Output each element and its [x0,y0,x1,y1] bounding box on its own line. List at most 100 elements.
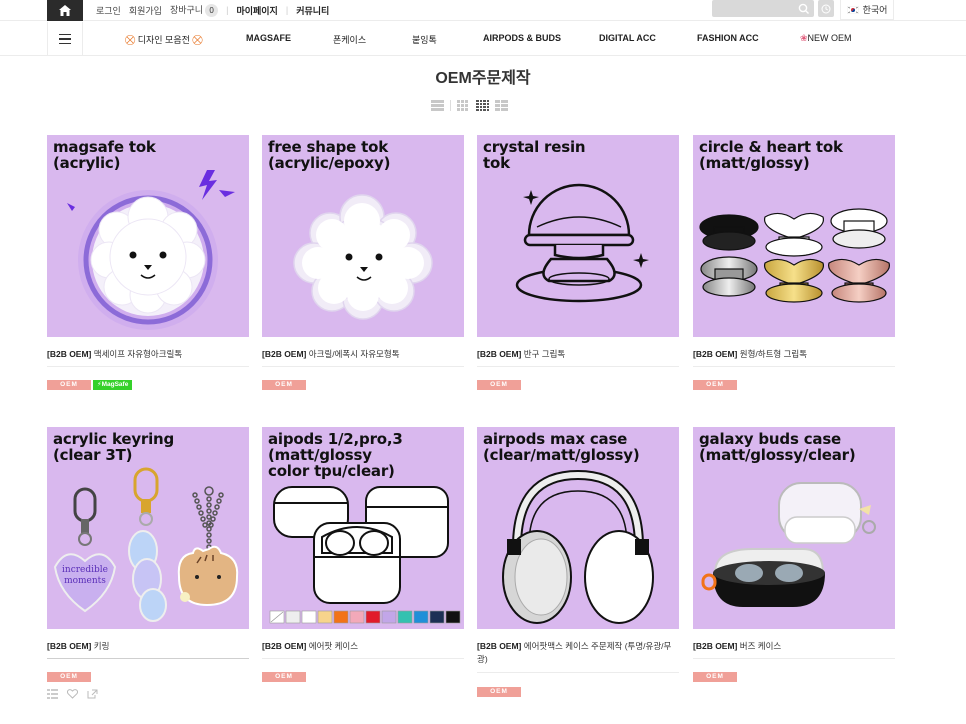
oem-badge: OEM [693,672,737,682]
gift-icon: ⛒ [125,35,136,46]
product-thumbnail[interactable]: free shape tok (acrylic/epoxy) [262,135,464,337]
product-prefix: [B2B OEM] [693,641,738,651]
hamburger-icon-line [59,33,71,36]
community-link[interactable]: 커뮤니티 [296,4,329,17]
nav-label: 디자인 모음전 [137,35,190,45]
thumbnail-title: magsafe tok (acrylic) [53,138,156,172]
thumbnail-title: circle & heart tok (matt/glossy) [699,138,843,172]
share-icon[interactable] [87,689,98,699]
product-thumbnail[interactable]: acrylic keyring (clear 3T) incredible mo… [47,427,249,629]
product-prefix: [B2B OEM] [47,641,92,651]
card-actions [47,689,98,699]
nav-item-magsafe[interactable]: MAGSAFE [246,33,291,43]
product-prefix: [B2B OEM] [47,349,92,359]
divider [450,99,451,111]
product-thumbnail[interactable]: crystal resin tok [477,135,679,337]
divider: | [226,5,229,15]
nav-item-airpods-buds[interactable]: AIRPODS & BUDS [483,33,561,43]
signup-link[interactable]: 회원가입 [129,4,162,17]
product-title: 에어팟 케이스 [308,641,359,651]
language-selector[interactable]: 한국어 [840,0,894,20]
mypage-link[interactable]: 마이페이지 [236,4,277,17]
oem-badge: OEM [47,380,91,390]
product-title: 반구 그립톡 [523,349,566,359]
heart-icon[interactable] [67,689,78,699]
product-title: 원형/하트형 그립톡 [739,349,808,359]
hamburger-icon-line [59,38,71,40]
oem-badge: OEM [477,380,521,390]
view-detail-icon[interactable] [495,99,508,111]
divider: | [285,5,289,15]
language-label: 한국어 [862,5,888,15]
product-name[interactable]: [B2B OEM] 에어팟맥스 케이스 주문제작 (투명/유광/무광) [477,640,679,666]
divider [477,366,679,367]
home-icon [59,5,71,16]
product-prefix: [B2B OEM] [693,349,738,359]
product-name[interactable]: [B2B OEM] 반구 그립톡 [477,348,679,361]
thumbnail-title: aipods 1/2,pro,3 (matt/glossy color tpu/… [268,430,403,480]
nav-item-digital-acc[interactable]: DIGITAL ACC [599,33,656,43]
nav-item-new-oem[interactable]: ❀NEW OEM [800,33,852,44]
nav-item-grip-tok[interactable]: 붙잉톡 [412,33,437,46]
search-icon[interactable] [797,2,811,16]
hamburger-icon-line [59,42,71,45]
view-grid3-icon[interactable] [457,99,470,111]
top-utility-bar: 로그인 회원가입 장바구니 0 | 마이페이지 | 커뮤니티 한국어 [0,0,966,21]
product-thumbnail[interactable]: airpods max case (clear/matt/glossy) [477,427,679,629]
hamburger-menu-button[interactable] [47,22,83,56]
product-prefix: [B2B OEM] [477,349,522,359]
oem-badge: OEM [262,380,306,390]
nav-item-design-collection[interactable]: ⛒ 디자인 모음전 ⛒ [125,33,203,46]
oem-badge: OEM [262,672,306,682]
rose-icon: ❀ [800,33,808,43]
cart-count-badge: 0 [205,4,219,17]
product-name[interactable]: [B2B OEM] 원형/하트형 그립톡 [693,348,895,361]
product-thumbnail[interactable]: aipods 1/2,pro,3 (matt/glossy color tpu/… [262,427,464,629]
main-navigation: ⛒ 디자인 모음전 ⛒ MAGSAFE 폰케이스 붙잉톡 AIRPODS & B… [0,22,966,56]
oem-badge: OEM [477,687,521,697]
divider [47,366,249,367]
product-title: 아크릴/에폭시 자유모형톡 [308,349,400,359]
product-thumbnail[interactable]: magsafe tok (acrylic) [47,135,249,337]
product-name[interactable]: [B2B OEM] 버즈 케이스 [693,640,895,653]
product-thumbnail[interactable]: galaxy buds case (matt/glossy/clear) [693,427,895,629]
thumbnail-title: acrylic keyring (clear 3T) [53,430,175,464]
korea-flag-icon [846,5,859,14]
list-icon[interactable] [47,689,58,699]
divider [262,366,464,367]
product-thumbnail[interactable]: circle & heart tok (matt/glossy) [693,135,895,337]
divider [47,658,249,659]
divider [262,658,464,659]
cart-label: 장바구니 [169,5,204,15]
member-links: 로그인 회원가입 장바구니 0 | 마이페이지 | 커뮤니티 [96,3,329,17]
view-mode-toggles [431,98,508,112]
divider [693,366,895,367]
nav-label: NEW OEM [807,33,852,43]
magsafe-badge-label: MagSafe [101,381,129,388]
recent-view-button[interactable] [818,0,834,17]
nav-item-fashion-acc[interactable]: FASHION ACC [697,33,759,43]
product-name[interactable]: [B2B OEM] 에어팟 케이스 [262,640,464,653]
view-list-icon[interactable] [431,99,444,111]
product-title: 키링 [93,641,110,651]
thumbnail-title: free shape tok (acrylic/epoxy) [268,138,391,172]
product-name[interactable]: [B2B OEM] 맥세이프 자유형아크릴톡 [47,348,249,361]
cart-link[interactable]: 장바구니 0 [169,3,219,17]
product-prefix: [B2B OEM] [477,641,522,651]
product-prefix: [B2B OEM] [262,641,307,651]
thumbnail-title: galaxy buds case (matt/glossy/clear) [699,430,856,464]
divider [477,672,679,673]
clock-icon [821,4,831,13]
product-prefix: [B2B OEM] [262,349,307,359]
magsafe-badge: ⚡MagSafe [93,380,133,390]
nav-item-phone-case[interactable]: 폰케이스 [333,33,366,46]
thumbnail-title: airpods max case (clear/matt/glossy) [483,430,640,464]
product-title: 맥세이프 자유형아크릴톡 [93,349,183,359]
view-grid4-icon[interactable] [476,99,489,111]
keyring-text: incredible moments [62,565,108,586]
home-button[interactable] [47,0,83,21]
login-link[interactable]: 로그인 [96,4,121,17]
product-name[interactable]: [B2B OEM] 아크릴/에폭시 자유모형톡 [262,348,464,361]
product-name[interactable]: [B2B OEM] 키링 [47,640,249,653]
divider [693,658,895,659]
